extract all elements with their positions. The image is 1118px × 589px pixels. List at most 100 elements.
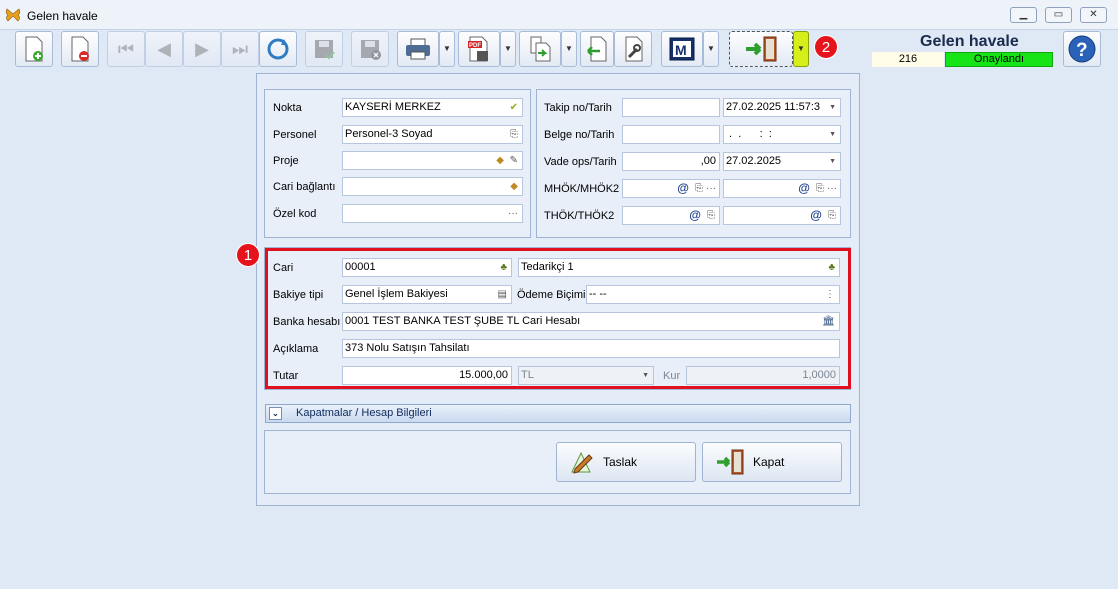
kapatmalar-expander[interactable]: ⌄ Kapatmalar / Hesap Bilgileri: [265, 404, 851, 423]
ellipsis-icon[interactable]: ···: [827, 182, 837, 195]
mhok-field[interactable]: @ ⎘ ···: [622, 179, 720, 198]
title-bar: Gelen havale ▁ ▭ ✕: [0, 0, 1118, 30]
nokta-label: Nokta: [273, 102, 302, 114]
pdf-export-button[interactable]: PDF: [458, 31, 500, 67]
cari-name-field[interactable]: Tedarikçi 1 ♣: [518, 258, 840, 277]
mhok2-field[interactable]: @ ⎘ ···: [723, 179, 841, 198]
previous-record-button[interactable]: ◀: [145, 31, 183, 67]
vade-label: Vade ops/Tarih: [544, 156, 617, 168]
save-icon: [315, 40, 335, 60]
refresh-button[interactable]: [259, 31, 297, 67]
at-icon[interactable]: @: [689, 209, 701, 222]
previous-icon: ◀: [157, 38, 171, 59]
bank-icon[interactable]: 🏛: [822, 315, 835, 328]
chevron-down-icon[interactable]: ▼: [829, 126, 836, 143]
edit-icon[interactable]: ✎: [510, 154, 518, 167]
m-module-button[interactable]: M: [661, 31, 703, 67]
kur-field[interactable]: 1,0000: [686, 366, 840, 385]
copy-document-button[interactable]: [519, 31, 561, 67]
ellipsis-icon[interactable]: ···: [706, 182, 716, 195]
at-icon[interactable]: @: [810, 209, 822, 222]
print-dropdown-button[interactable]: ▼: [439, 31, 455, 67]
at-icon[interactable]: @: [798, 182, 810, 195]
save-close-icon: [361, 40, 381, 60]
chevron-down-icon[interactable]: ▼: [829, 153, 836, 170]
pdf-dropdown-button[interactable]: ▼: [500, 31, 516, 67]
help-button[interactable]: ?: [1063, 31, 1101, 67]
vade-tarih-value: 27.02.2025: [726, 155, 782, 167]
close-form-button[interactable]: [729, 31, 793, 67]
cari-code-field[interactable]: 00001 ♣: [342, 258, 512, 277]
double-chevron-down-icon[interactable]: ⌄: [269, 407, 282, 420]
thok2-field[interactable]: @ ⎘: [723, 206, 841, 225]
pdf-icon: PDF: [468, 36, 488, 62]
aciklama-value: 373 Nolu Satışın Tahsilatı: [345, 342, 470, 354]
ozel-kod-field[interactable]: ···: [342, 204, 523, 223]
document-number: 216: [872, 52, 944, 67]
aciklama-field[interactable]: 373 Nolu Satışın Tahsilatı: [342, 339, 840, 358]
last-record-button[interactable]: ⏭: [221, 31, 259, 67]
import-button[interactable]: [580, 31, 614, 67]
first-record-button[interactable]: ⏮: [107, 31, 145, 67]
lookup-icon[interactable]: ⎘: [816, 182, 824, 195]
ellipsis-icon[interactable]: ···: [508, 207, 518, 220]
mhok-label: MHÖK/MHÖK2: [544, 183, 620, 195]
copy-dropdown-button[interactable]: ▼: [561, 31, 577, 67]
nokta-field[interactable]: KAYSERİ MERKEZ ✔: [342, 98, 523, 117]
takip-tarih-value: 27.02.2025 11:57:3: [726, 101, 820, 113]
at-icon[interactable]: @: [677, 182, 689, 195]
odeme-field[interactable]: -- -- ⋮: [586, 285, 840, 304]
svg-text:?: ?: [1076, 40, 1088, 61]
banka-value: 0001 TEST BANKA TEST ŞUBE TL Cari Hesabı: [345, 315, 581, 327]
delete-document-icon: [71, 36, 89, 62]
maximize-button[interactable]: ▭: [1045, 7, 1072, 23]
chevron-down-icon: ▼: [443, 44, 451, 53]
chevron-down-icon: ▼: [565, 44, 573, 53]
tree-icon[interactable]: ⋮: [825, 288, 835, 301]
banka-field[interactable]: 0001 TEST BANKA TEST ŞUBE TL Cari Hesabı…: [342, 312, 840, 331]
cari-baglanti-field[interactable]: ◆: [342, 177, 523, 196]
new-document-button[interactable]: [15, 31, 53, 67]
lookup-icon[interactable]: ⎘: [707, 209, 715, 222]
vade-tarih-field[interactable]: 27.02.2025 ▼: [723, 152, 841, 171]
copy-document-icon: [530, 36, 551, 62]
next-record-button[interactable]: ▶: [183, 31, 221, 67]
chevron-down-icon[interactable]: ▼: [829, 99, 836, 116]
taslak-button[interactable]: Taslak: [556, 442, 696, 482]
m-module-dropdown-button[interactable]: ▼: [703, 31, 719, 67]
currency-select[interactable]: TL ▼: [518, 366, 654, 385]
odeme-value: -- --: [589, 288, 607, 300]
kapat-button[interactable]: Kapat: [702, 442, 842, 482]
vade-ops-value: ,00: [700, 155, 716, 167]
users-icon[interactable]: ♣: [828, 261, 835, 274]
lookup-icon[interactable]: ⎘: [828, 209, 836, 222]
thok-field[interactable]: @ ⎘: [622, 206, 720, 225]
chevron-down-icon: ▼: [504, 44, 512, 53]
eraser-icon[interactable]: ◆: [510, 180, 518, 193]
belge-no-field[interactable]: [622, 125, 720, 144]
eraser-icon[interactable]: ◆: [496, 154, 504, 167]
list-icon[interactable]: ▤: [498, 288, 507, 301]
close-form-dropdown-button[interactable]: ▼: [793, 31, 809, 67]
banka-label: Banka hesabı: [273, 316, 341, 328]
minimize-button[interactable]: ▁: [1010, 7, 1037, 23]
nokta-value: KAYSERİ MERKEZ: [345, 101, 441, 113]
bakiye-field[interactable]: Genel İşlem Bakiyesi ▤: [342, 285, 512, 304]
tutar-field[interactable]: 15.000,00: [342, 366, 512, 385]
belge-tarih-field[interactable]: . . : : ▼: [723, 125, 841, 144]
personel-label: Personel: [273, 129, 317, 141]
close-button[interactable]: ✕: [1080, 7, 1107, 23]
save-close-button[interactable]: [351, 31, 389, 67]
lookup-icon[interactable]: ⎘: [695, 182, 703, 195]
personel-field[interactable]: Personel-3 Soyad ⎘: [342, 125, 523, 144]
print-button[interactable]: [397, 31, 439, 67]
window-title: Gelen havale: [27, 9, 98, 23]
proje-field[interactable]: ◆ ✎: [342, 151, 523, 170]
save-button[interactable]: [305, 31, 343, 67]
takip-tarih-field[interactable]: 27.02.2025 11:57:3 ▼: [723, 98, 841, 117]
delete-document-button[interactable]: [61, 31, 99, 67]
takip-no-field[interactable]: [622, 98, 720, 117]
settings-button[interactable]: [614, 31, 652, 67]
vade-ops-field[interactable]: ,00: [622, 152, 720, 171]
users-icon[interactable]: ♣: [500, 261, 507, 274]
